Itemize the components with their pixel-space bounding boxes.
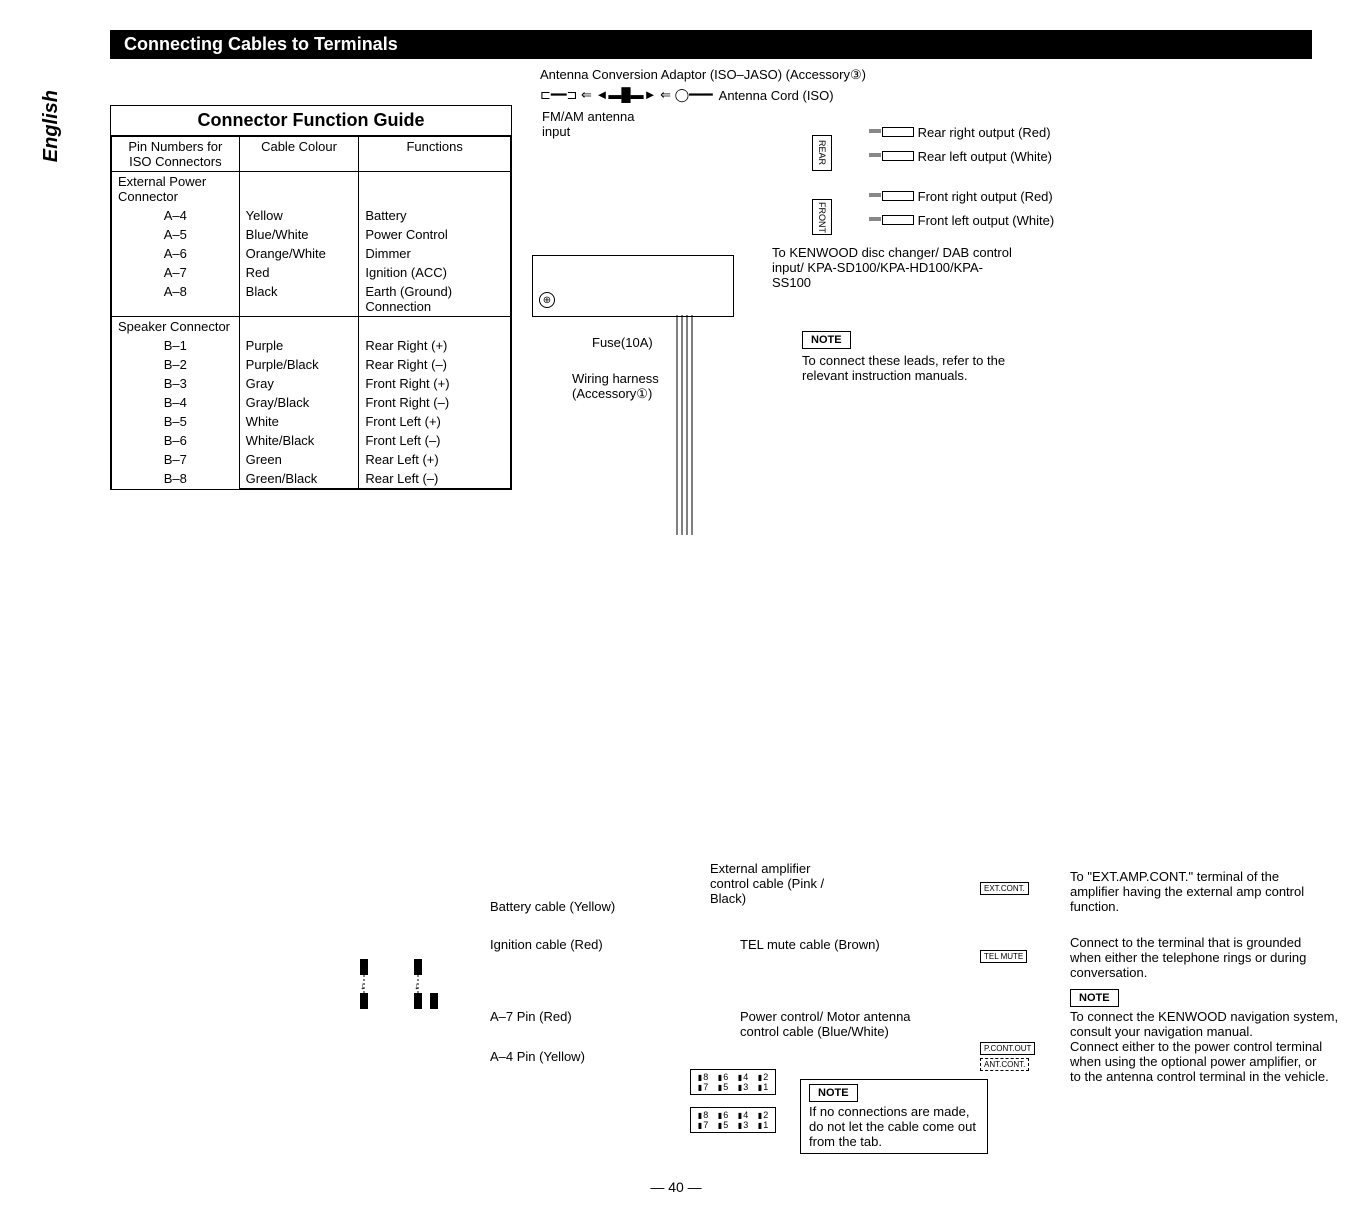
th-colour: Cable Colour xyxy=(239,137,359,172)
colour: Red xyxy=(239,263,359,282)
pin: B–7 xyxy=(112,450,240,469)
section-a-name: External Power Connector xyxy=(112,172,240,207)
front-left-label: Front left output (White) xyxy=(882,213,1054,228)
tel-mute-text: Connect to the terminal that is grounded… xyxy=(1070,935,1330,980)
colour: Purple/Black xyxy=(239,355,359,374)
inline-fuse-icon: ↓ ↓ xyxy=(350,949,470,1022)
pin: A–8 xyxy=(112,282,240,317)
kenwood-label: To KENWOOD disc changer/ DAB control inp… xyxy=(772,245,1012,290)
pin: B–2 xyxy=(112,355,240,374)
fmam-label: FM/AM antenna input xyxy=(542,109,642,139)
colour: Gray/Black xyxy=(239,393,359,412)
pin: B–3 xyxy=(112,374,240,393)
antenna-cord-label: Antenna Cord (ISO) xyxy=(719,88,834,103)
note-label-3: NOTE xyxy=(809,1084,858,1102)
page-number: — 40 — xyxy=(40,1179,1312,1195)
power-text: Connect either to the power control term… xyxy=(1070,1039,1330,1084)
th-pins: Pin Numbers for ISO Connectors xyxy=(112,137,240,172)
pin: A–6 xyxy=(112,244,240,263)
note-1-text: To connect these leads, refer to the rel… xyxy=(802,353,1042,383)
func: Rear Left (–) xyxy=(359,469,511,489)
iso-connector-b: 8642 7531 xyxy=(690,1107,776,1133)
pin: B–1 xyxy=(112,336,240,355)
colour: Black xyxy=(239,282,359,317)
iso-connector-a: 8642 7531 xyxy=(690,1069,776,1095)
page-title: Connecting Cables to Terminals xyxy=(110,30,1312,59)
func: Front Right (+) xyxy=(359,374,511,393)
table-title: Connector Function Guide xyxy=(111,106,511,136)
pin: A–4 xyxy=(112,206,240,225)
func: Power Control xyxy=(359,225,511,244)
front-right-label: Front right output (Red) xyxy=(882,189,1053,204)
func: Battery xyxy=(359,206,511,225)
pin: B–6 xyxy=(112,431,240,450)
func: Dimmer xyxy=(359,244,511,263)
ignition-cable-label: Ignition cable (Red) xyxy=(490,937,603,952)
func: Earth (Ground) Connection xyxy=(359,282,511,317)
colour: Green/Black xyxy=(239,469,359,489)
th-func: Functions xyxy=(359,137,511,172)
note-label-1: NOTE xyxy=(802,331,851,349)
adaptor-label: Antenna Conversion Adaptor (ISO–JASO) (A… xyxy=(540,67,1312,83)
func: Ignition (ACC) xyxy=(359,263,511,282)
colour: Green xyxy=(239,450,359,469)
colour: Orange/White xyxy=(239,244,359,263)
antcont-tag: ANT.CONT. xyxy=(980,1058,1029,1071)
rear-right-label: Rear right output (Red) xyxy=(882,125,1051,140)
battery-cable-label: Battery cable (Yellow) xyxy=(490,899,615,914)
func: Rear Right (–) xyxy=(359,355,511,374)
pin: A–5 xyxy=(112,225,240,244)
colour: Yellow xyxy=(239,206,359,225)
pin: B–5 xyxy=(112,412,240,431)
svg-text:↓: ↓ xyxy=(360,981,365,992)
colour: Purple xyxy=(239,336,359,355)
ext-amp-cable-label: External amplifier control cable (Pink /… xyxy=(710,861,850,906)
func: Rear Right (+) xyxy=(359,336,511,355)
colour: Gray xyxy=(239,374,359,393)
tel-mute-cable-label: TEL mute cable (Brown) xyxy=(740,937,880,952)
section-b-name: Speaker Connector xyxy=(112,317,240,337)
func: Front Left (+) xyxy=(359,412,511,431)
func: Rear Left (+) xyxy=(359,450,511,469)
rear-left-label: Rear left output (White) xyxy=(882,149,1052,164)
fuse-label: Fuse(10A) xyxy=(592,335,653,350)
extcont-tag: EXT.CONT. xyxy=(980,882,1029,895)
wire-bundle-icon xyxy=(672,315,712,535)
rear-box: REAR xyxy=(812,135,832,171)
func: Front Right (–) xyxy=(359,393,511,412)
power-cable-label: Power control/ Motor antenna control cab… xyxy=(740,1009,940,1039)
connector-table: Connector Function Guide Pin Numbers for… xyxy=(110,105,512,490)
note-label-2: NOTE xyxy=(1070,989,1119,1007)
func: Front Left (–) xyxy=(359,431,511,450)
pin: B–4 xyxy=(112,393,240,412)
svg-text:↓: ↓ xyxy=(414,981,419,992)
colour: White/Black xyxy=(239,431,359,450)
colour: Blue/White xyxy=(239,225,359,244)
colour: White xyxy=(239,412,359,431)
language-tab: English xyxy=(40,90,63,162)
pin: A–7 xyxy=(112,263,240,282)
a4-pin-label: A–4 Pin (Yellow) xyxy=(490,1049,585,1064)
ext-amp-text: To "EXT.AMP.CONT." terminal of the ampli… xyxy=(1070,869,1330,914)
front-box: FRONT xyxy=(812,199,832,235)
iso-note-text: If no connections are made, do not let t… xyxy=(809,1104,979,1149)
a7-pin-label: A–7 Pin (Red) xyxy=(490,1009,572,1024)
telmute-tag: TEL MUTE xyxy=(980,950,1027,963)
nav-note-text: To connect the KENWOOD navigation system… xyxy=(1070,1009,1350,1039)
pcont-tag: P.CONT.OUT xyxy=(980,1042,1035,1055)
pin: B–8 xyxy=(112,469,240,489)
connector-icon: ⊏━━⊐ ⇐ ◄▬█▬► ⇐ ◯━━━ xyxy=(540,87,713,103)
